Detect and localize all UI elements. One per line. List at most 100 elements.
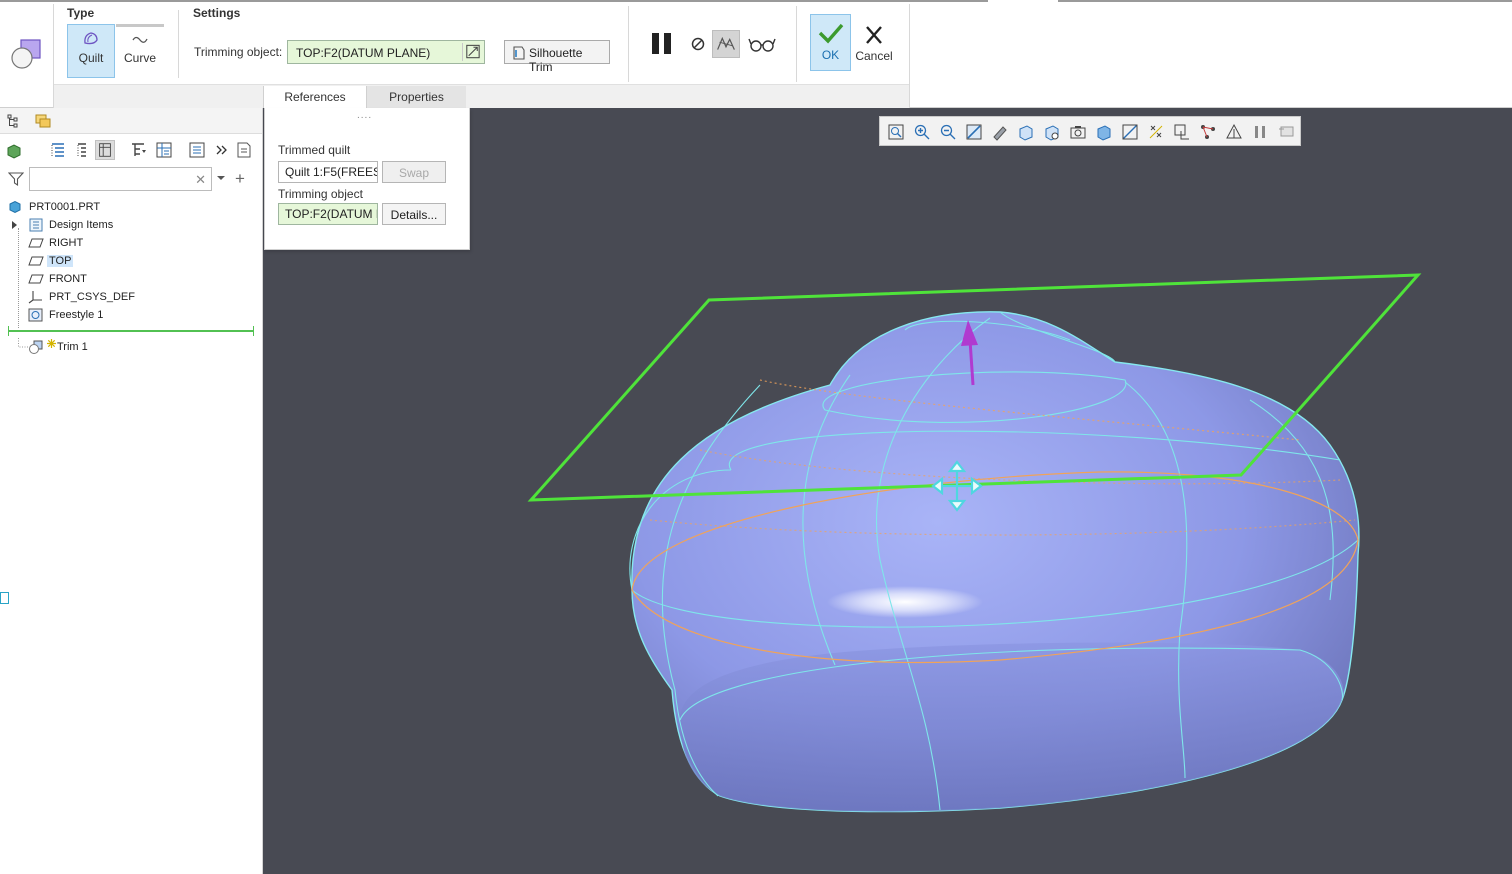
- model-tree-tab-icon[interactable]: [5, 112, 23, 130]
- pause-animation-icon[interactable]: [1251, 123, 1269, 141]
- chevron-more-icon[interactable]: [212, 140, 232, 160]
- trimming-object-label: Trimming object:: [194, 45, 283, 59]
- chevron-down-icon[interactable]: [216, 175, 226, 181]
- datum-plane-icon: [28, 256, 44, 266]
- type-curve-label: Curve: [123, 51, 156, 65]
- add-icon[interactable]: +: [235, 169, 245, 189]
- trimming-object-panel-field[interactable]: TOP:F2(DATUM PLANE): [278, 203, 378, 225]
- datum-plane-icon: [28, 274, 44, 284]
- perspective-icon[interactable]: [1069, 123, 1087, 141]
- verify-glasses-icon[interactable]: [748, 30, 776, 58]
- trim-feature-icon: [11, 39, 41, 69]
- tree-node-label: TOP: [47, 255, 74, 267]
- quilt-surface[interactable]: [631, 311, 1360, 813]
- refit-icon[interactable]: [887, 123, 905, 141]
- annotation-display-icon[interactable]: [1199, 123, 1217, 141]
- expand-arrow-icon[interactable]: [11, 221, 18, 229]
- references-panel: .... Trimmed quilt Quilt 1:F5(FREESTYLE_…: [264, 108, 470, 250]
- dashboard-tab-strip: [54, 84, 910, 108]
- feature-preview-icon[interactable]: [712, 30, 740, 58]
- display-style-icon[interactable]: [991, 123, 1009, 141]
- datum-display-icon[interactable]: [1121, 123, 1139, 141]
- tab-properties[interactable]: Properties: [367, 86, 466, 108]
- details-button[interactable]: Details...: [382, 203, 446, 225]
- trimming-object-value: TOP:F2(DATUM PLANE): [296, 46, 431, 60]
- trimming-object-field[interactable]: TOP:F2(DATUM PLANE): [287, 40, 485, 64]
- tree-node-label: Design Items: [49, 219, 114, 231]
- notes-icon[interactable]: [234, 140, 254, 160]
- curve-icon: [132, 36, 148, 43]
- ok-button[interactable]: OK: [810, 14, 851, 71]
- settings-group-title: Settings: [193, 6, 241, 20]
- ok-label: OK: [821, 48, 840, 62]
- tree-settings-icon[interactable]: [129, 140, 149, 160]
- tree-connector: [18, 228, 19, 328]
- swap-button[interactable]: Swap: [382, 161, 446, 183]
- separator: [628, 6, 629, 82]
- tree-node-label: PRT_CSYS_DEF: [49, 291, 135, 303]
- repaint-icon[interactable]: [965, 123, 983, 141]
- trimming-object-panel-label: Trimming object: [278, 187, 363, 201]
- silhouette-icon: [513, 46, 525, 60]
- tree-details-icon[interactable]: [187, 140, 207, 160]
- spin-center-icon[interactable]: [1225, 123, 1243, 141]
- panel-resize-handle[interactable]: [0, 592, 9, 604]
- datum-plane-icon: [28, 238, 44, 248]
- separator: [53, 4, 54, 108]
- section-view-icon[interactable]: [1095, 123, 1113, 141]
- freestyle-icon: [28, 308, 43, 322]
- saved-views-icon[interactable]: [1017, 123, 1035, 141]
- zoom-in-icon[interactable]: [913, 123, 931, 141]
- part-icon: [9, 200, 21, 214]
- no-preview-icon[interactable]: [686, 30, 714, 58]
- type-curve-button[interactable]: Curve: [116, 24, 164, 78]
- tree-node-label: RIGHT: [49, 237, 84, 249]
- navigator-tabs: [0, 108, 262, 134]
- pause-icon[interactable]: [649, 30, 677, 58]
- ribbon-top-border: [0, 0, 988, 2]
- clear-search-icon[interactable]: ✕: [195, 172, 206, 188]
- close-icon: [866, 26, 882, 44]
- tree-filter-view-icon[interactable]: [95, 140, 115, 160]
- tree-node-label: Trim 1: [57, 341, 88, 353]
- csys-display-icon[interactable]: [1173, 123, 1191, 141]
- in-progress-icon: [47, 339, 56, 348]
- type-group-title: Type: [67, 6, 95, 20]
- tree-columns-icon[interactable]: [48, 140, 68, 160]
- silhouette-trim-label: Silhouette Trim: [529, 46, 583, 74]
- undo-view-icon[interactable]: [1277, 123, 1295, 141]
- point-display-icon[interactable]: [1147, 123, 1165, 141]
- show-icon[interactable]: [5, 140, 25, 160]
- tree-node-label: Freestyle 1: [49, 309, 104, 321]
- checkmark-icon: [818, 23, 843, 44]
- view-manager-icon[interactable]: [1043, 123, 1061, 141]
- model-tree-toolbar: [0, 138, 262, 164]
- zoom-out-icon[interactable]: [939, 123, 957, 141]
- tree-node-label: PRT0001.PRT: [29, 201, 101, 213]
- tree-search-input[interactable]: ✕: [29, 167, 212, 191]
- collector-icon[interactable]: [462, 43, 482, 61]
- panel-grip[interactable]: ....: [357, 110, 372, 121]
- separator: [909, 4, 910, 108]
- filter-icon[interactable]: [8, 171, 24, 187]
- quilt-icon: [84, 32, 98, 45]
- folder-browser-tab-icon[interactable]: [34, 112, 52, 130]
- type-quilt-button[interactable]: Quilt: [67, 24, 115, 78]
- trim-icon: [29, 340, 43, 354]
- cancel-button[interactable]: Cancel: [853, 18, 895, 70]
- cancel-label: Cancel: [855, 49, 893, 63]
- tree-expand-icon[interactable]: [72, 140, 92, 160]
- trimmed-quilt-field[interactable]: Quilt 1:F5(FREESTYLE_1): [278, 161, 378, 183]
- csys-icon: [28, 291, 42, 304]
- design-items-icon: [29, 218, 43, 232]
- separator: [796, 6, 797, 82]
- type-quilt-label: Quilt: [78, 51, 104, 65]
- graphics-toolbar: [879, 116, 1301, 146]
- tab-references[interactable]: References: [263, 86, 367, 108]
- ribbon: Type Settings Quilt Curve Trimming objec…: [0, 0, 1512, 108]
- tree-layers-icon[interactable]: [154, 140, 174, 160]
- ribbon-top-border: [1058, 0, 1512, 2]
- insert-here-indicator[interactable]: [8, 326, 254, 336]
- separator: [178, 10, 179, 78]
- silhouette-trim-button[interactable]: Silhouette Trim: [504, 40, 610, 74]
